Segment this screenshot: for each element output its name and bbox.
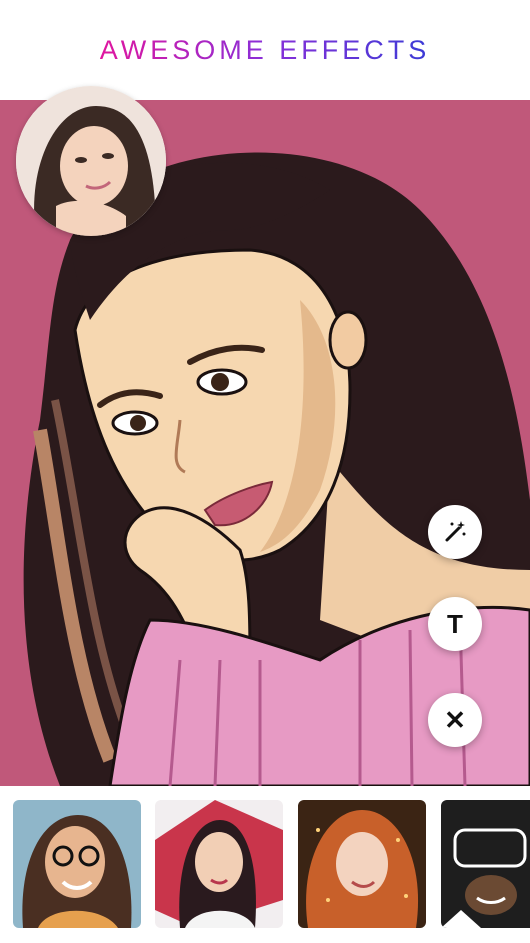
magic-wand-button[interactable] [428, 505, 482, 559]
header: AWESOME EFFECTS [0, 0, 530, 100]
close-icon: ✕ [444, 704, 466, 735]
original-photo [16, 86, 166, 236]
effect-thumbnail-3[interactable] [298, 800, 426, 928]
page-title: AWESOME EFFECTS [99, 34, 431, 65]
effect-thumbnail-4[interactable] [441, 800, 530, 928]
magic-wand-icon [445, 521, 466, 542]
close-button[interactable]: ✕ [428, 693, 482, 747]
effect-thumbnail-2[interactable] [155, 800, 283, 928]
text-icon: T [447, 608, 463, 639]
effects-strip [0, 786, 530, 943]
effect-thumbnail-1[interactable] [13, 800, 141, 928]
original-photo-avatar[interactable] [16, 86, 166, 236]
text-button[interactable]: T [428, 597, 482, 651]
